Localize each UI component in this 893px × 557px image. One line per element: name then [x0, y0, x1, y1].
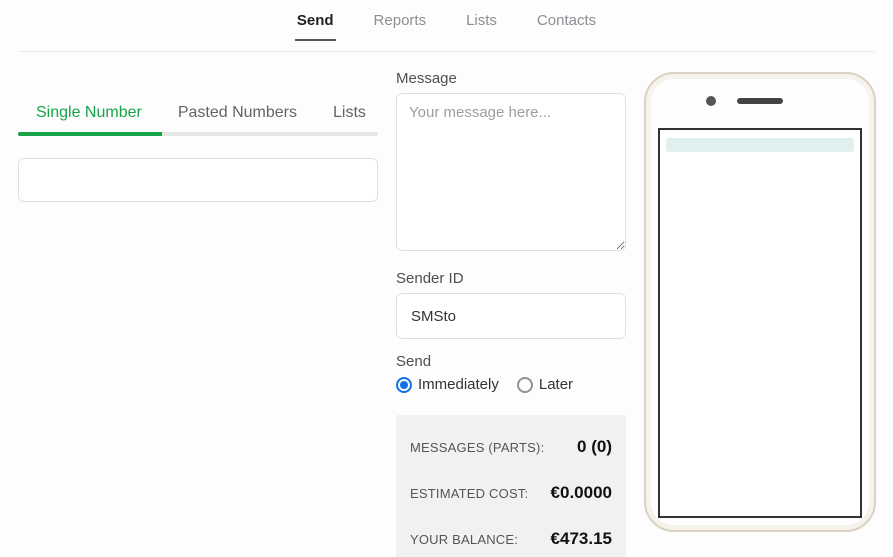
- recipient-tabs-indicator: [18, 132, 378, 136]
- send-when-label: Send: [396, 353, 626, 370]
- radio-unchecked-icon: [517, 377, 533, 393]
- your-balance-label: YOUR BALANCE:: [410, 532, 518, 547]
- estimated-cost-label: ESTIMATED COST:: [410, 486, 528, 501]
- phone-speaker-icon: [737, 98, 783, 104]
- phone-preview: [644, 72, 876, 532]
- send-immediately-label: Immediately: [418, 376, 499, 393]
- sender-id-label: Sender ID: [396, 270, 626, 287]
- phone-message-bubble: [666, 138, 854, 152]
- send-later-option[interactable]: Later: [517, 376, 573, 393]
- top-nav: Send Reports Lists Contacts: [18, 0, 875, 52]
- phone-camera-icon: [706, 96, 716, 106]
- summary-box: MESSAGES (PARTS): 0 (0) ESTIMATED COST: …: [396, 415, 626, 557]
- estimated-cost-value: €0.0000: [551, 483, 612, 503]
- tab-lists[interactable]: Lists: [315, 98, 384, 132]
- messages-parts-label: MESSAGES (PARTS):: [410, 440, 544, 455]
- send-immediately-option[interactable]: Immediately: [396, 376, 499, 393]
- message-textarea[interactable]: [396, 93, 626, 251]
- messages-parts-value: 0 (0): [577, 437, 612, 457]
- nav-lists[interactable]: Lists: [464, 8, 499, 41]
- send-later-label: Later: [539, 376, 573, 393]
- nav-send[interactable]: Send: [295, 8, 336, 41]
- sender-id-input[interactable]: [396, 293, 626, 339]
- tab-single-number[interactable]: Single Number: [18, 98, 160, 132]
- phone-screen: [658, 128, 862, 518]
- nav-contacts[interactable]: Contacts: [535, 8, 598, 41]
- recipient-tabs: Single Number Pasted Numbers Lists: [18, 98, 378, 132]
- nav-reports[interactable]: Reports: [372, 8, 429, 41]
- tab-pasted-numbers[interactable]: Pasted Numbers: [160, 98, 315, 132]
- phone-number-input[interactable]: [18, 158, 378, 202]
- radio-checked-icon: [396, 377, 412, 393]
- message-label: Message: [396, 70, 626, 87]
- your-balance-value: €473.15: [551, 529, 612, 549]
